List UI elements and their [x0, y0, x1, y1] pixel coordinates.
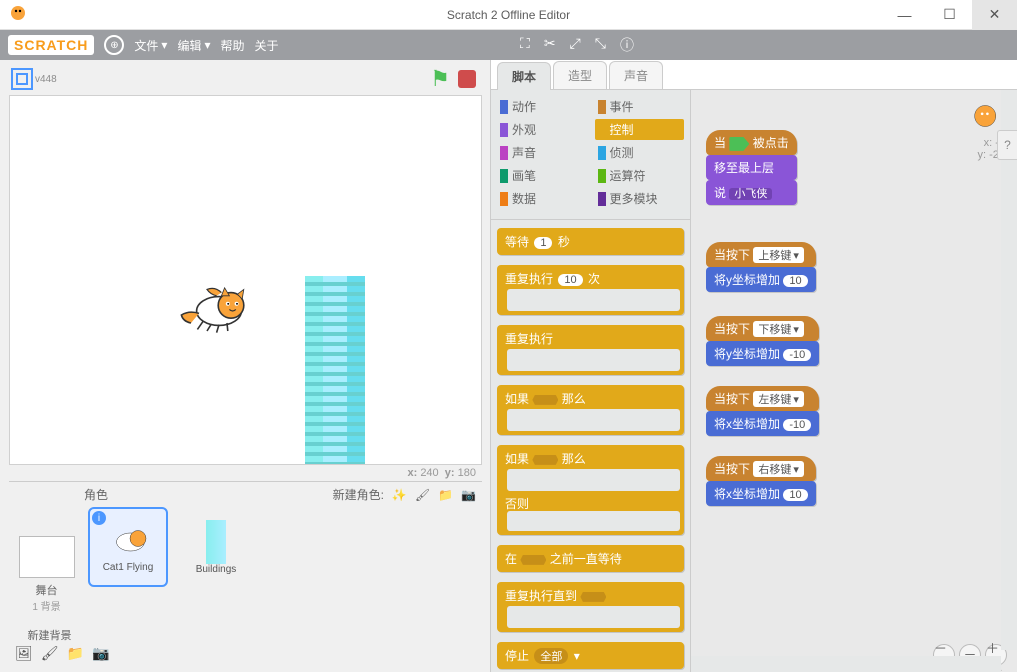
category-更多模块[interactable]: 更多模块: [595, 188, 685, 209]
window-title: Scratch 2 Offline Editor: [447, 8, 570, 22]
sprite-library-icon[interactable]: ✨: [392, 488, 407, 502]
category-事件[interactable]: 事件: [595, 96, 685, 117]
category-动作[interactable]: 动作: [497, 96, 587, 117]
backdrop-library-icon[interactable]: 🖼: [15, 645, 33, 662]
tab-costumes[interactable]: 造型: [553, 61, 607, 89]
grow-icon[interactable]: ⤢: [570, 35, 581, 55]
category-声音[interactable]: 声音: [497, 142, 587, 163]
hat-key-down[interactable]: 当按下 下移键 ▾: [706, 316, 819, 341]
block-change-y[interactable]: 将y坐标增加 10: [706, 267, 816, 292]
backdrop-upload-icon[interactable]: 📁: [67, 645, 84, 662]
maximize-button[interactable]: ☐: [927, 0, 972, 30]
duplicate-icon[interactable]: ✂: [544, 35, 556, 55]
category-控制[interactable]: 控制: [595, 119, 685, 140]
block-wait[interactable]: 等待 1 秒: [497, 228, 684, 255]
menu-about[interactable]: 关于: [255, 37, 279, 54]
tab-scripts[interactable]: 脚本: [497, 62, 551, 90]
block-change-y-neg[interactable]: 将y坐标增加 -10: [706, 341, 819, 366]
hat-key-up[interactable]: 当按下 上移键 ▾: [706, 242, 816, 267]
menu-help[interactable]: 帮助: [221, 37, 245, 54]
script-area[interactable]: x: -7y: -24 当 被点击 移至最上层 说 小飞侠 当按下 上移键 ▾: [691, 90, 1017, 672]
scrollbar-horizontal[interactable]: [691, 656, 1001, 672]
new-sprite-label: 新建角色:: [333, 486, 384, 503]
mouse-coords: x: 240 y: 180: [5, 465, 490, 479]
category-运算符[interactable]: 运算符: [595, 165, 685, 186]
sprite-thumb-buildings[interactable]: Buildings: [176, 507, 256, 587]
block-palette: 动作事件外观控制声音侦测画笔运算符数据更多模块 等待 1 秒 重复执行 10 次…: [491, 90, 691, 672]
help-tab-icon[interactable]: ?: [997, 130, 1017, 160]
flag-icon: [729, 137, 749, 151]
stage-label: 舞台: [9, 582, 84, 598]
scrollbar-vertical[interactable]: [1001, 90, 1017, 650]
sprites-header: 角色: [84, 486, 108, 503]
menu-edit[interactable]: 编辑 ▾: [177, 37, 210, 54]
block-repeatuntil[interactable]: 重复执行直到: [497, 582, 684, 632]
category-数据[interactable]: 数据: [497, 188, 587, 209]
hat-key-left[interactable]: 当按下 左移键 ▾: [706, 386, 819, 411]
new-backdrop-label: 新建背景: [9, 623, 84, 645]
sprite-camera-icon[interactable]: 📷: [461, 488, 476, 502]
backdrop-paint-icon[interactable]: 🖌: [41, 645, 59, 662]
block-forever[interactable]: 重复执行: [497, 325, 684, 375]
sprite-thumb-cat[interactable]: i Cat1 Flying: [88, 507, 168, 587]
sprite-upload-icon[interactable]: 📁: [438, 488, 453, 502]
block-stop[interactable]: 停止 全部 ▾: [497, 642, 684, 669]
sprite-paint-icon[interactable]: 🖌: [415, 488, 430, 502]
block-change-x[interactable]: 将x坐标增加 10: [706, 481, 816, 506]
menubar: SCRATCH ⊕ 文件 ▾ 编辑 ▾ 帮助 关于 ⛶ ✂ ⤢ ⤡ ⓘ: [0, 30, 1017, 60]
stage-sub: 1 背景: [9, 598, 84, 613]
block-repeat[interactable]: 重复执行 10 次: [497, 265, 684, 315]
block-change-x-neg[interactable]: 将x坐标增加 -10: [706, 411, 819, 436]
category-画笔[interactable]: 画笔: [497, 165, 587, 186]
sprite-cat: [175, 281, 255, 344]
tabs: 脚本 造型 声音: [491, 60, 1017, 90]
version-label: v448: [35, 74, 57, 85]
scratch-logo: SCRATCH: [8, 35, 94, 55]
tab-sounds[interactable]: 声音: [609, 61, 663, 89]
hat-flag-clicked[interactable]: 当 被点击: [706, 130, 797, 155]
app-icon: [8, 3, 28, 26]
block-waituntil[interactable]: 在 之前一直等待: [497, 545, 684, 572]
block-say[interactable]: 说 小飞侠: [706, 180, 797, 205]
stop-icon[interactable]: [458, 70, 476, 88]
block-go-front[interactable]: 移至最上层: [706, 155, 797, 180]
block-if[interactable]: 如果 那么: [497, 385, 684, 435]
stamp-icon[interactable]: ⛶: [520, 35, 530, 55]
language-icon[interactable]: ⊕: [104, 35, 124, 55]
block-ifelse[interactable]: 如果 那么 否则: [497, 445, 684, 535]
fullscreen-icon[interactable]: [11, 68, 33, 90]
green-flag-icon[interactable]: ⚑: [430, 66, 450, 92]
stage[interactable]: [9, 95, 482, 465]
stage-thumbnail[interactable]: [19, 536, 75, 578]
shrink-icon[interactable]: ⤡: [595, 35, 606, 55]
hat-key-right[interactable]: 当按下 右移键 ▾: [706, 456, 816, 481]
block-help-icon[interactable]: ⓘ: [620, 35, 634, 55]
category-外观[interactable]: 外观: [497, 119, 587, 140]
titlebar: Scratch 2 Offline Editor — ☐ ✕: [0, 0, 1017, 30]
sprite-building: [305, 276, 365, 465]
sprite-info-icon[interactable]: i: [92, 511, 106, 525]
minimize-button[interactable]: —: [882, 0, 927, 30]
menu-file[interactable]: 文件 ▾: [134, 37, 167, 54]
close-button[interactable]: ✕: [972, 0, 1017, 30]
category-侦测[interactable]: 侦测: [595, 142, 685, 163]
